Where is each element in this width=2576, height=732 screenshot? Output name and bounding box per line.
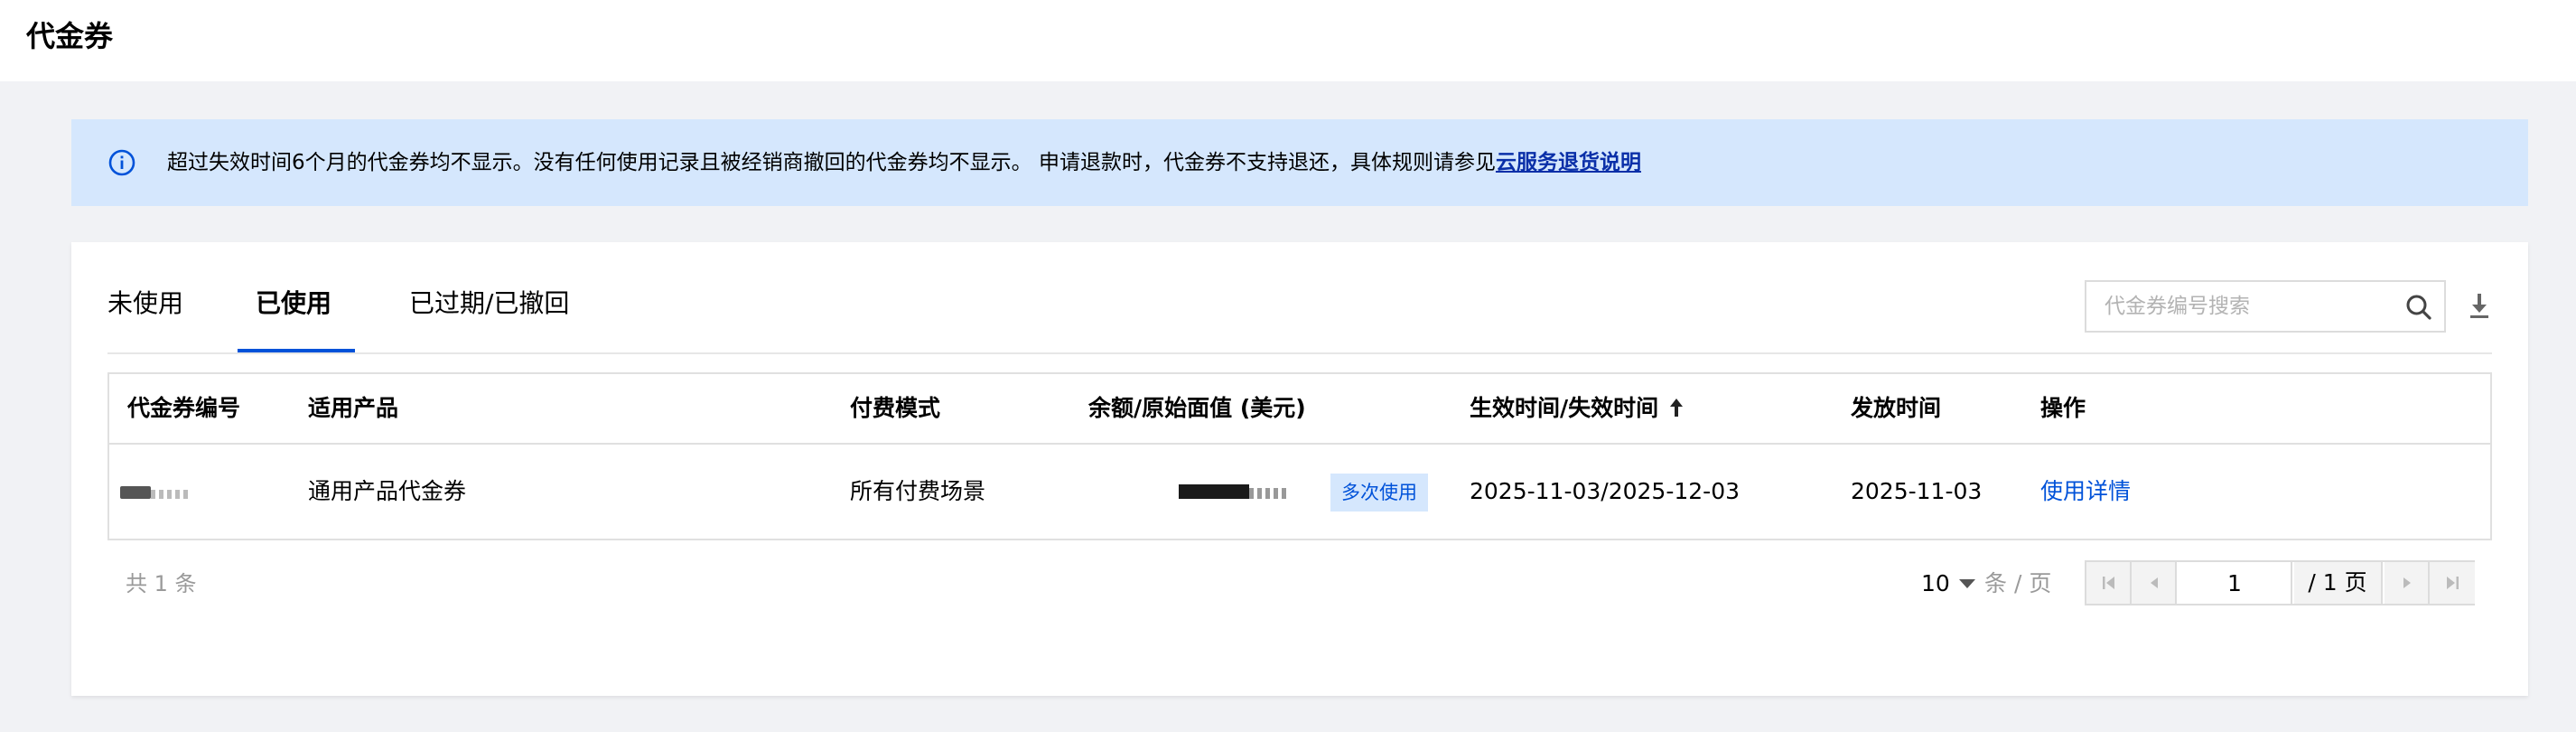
table-row: 通用产品代金券 所有付费场景 多次使用 2025-11-03/2025-12-0… [109,446,2490,539]
col-payment-mode: 付费模式 [850,395,941,421]
redacted-balance-tail [1249,488,1289,499]
total-count: 共 1 条 [126,571,197,596]
pagination: / 1 页 [2085,560,2475,605]
search-icon[interactable] [2404,293,2433,322]
sort-ascending-icon[interactable] [1667,397,1685,418]
top-bar: 代金券 [0,0,2576,81]
redacted-voucher-id-tail [151,490,189,499]
voucher-search-input[interactable] [2105,282,2394,331]
search-box [2085,280,2446,333]
notice-message: 超过失效时间6个月的代金券均不显示。没有任何使用记录且被经销商撤回的代金券均不显… [167,151,1496,174]
active-tab-indicator [238,349,355,352]
voucher-card: 未使用 已使用 已过期/已撤回 代金券编号 适用产品 付费模式 余额/原始面值 … [71,242,2528,696]
chevron-down-icon [1958,579,1975,588]
notice-banner: 超过失效时间6个月的代金券均不显示。没有任何使用记录且被经销商撤回的代金券均不显… [71,119,2528,206]
next-page-icon [2403,577,2411,588]
page-size-unit: 条 / 页 [1984,570,2052,596]
cell-product: 通用产品代金券 [308,478,467,504]
col-balance: 余额/原始面值 (美元) [1088,395,1306,421]
last-page-icon [2447,577,2459,589]
redacted-voucher-id [120,486,151,499]
tab-expired-revoked[interactable]: 已过期/已撤回 [409,286,569,322]
usage-type-badge: 多次使用 [1330,474,1428,511]
col-action: 操作 [2040,395,2086,421]
first-page-icon [2103,577,2114,589]
cell-payment-mode: 所有付费场景 [850,478,986,504]
col-product: 适用产品 [308,395,399,421]
last-page-button[interactable] [2430,562,2475,604]
page-size-select[interactable]: 10 [1921,566,1975,602]
page-number-input[interactable] [2179,562,2292,604]
tab-unused[interactable]: 未使用 [107,286,183,322]
tab-used[interactable]: 已使用 [256,286,331,322]
table-header: 代金券编号 适用产品 付费模式 余额/原始面值 (美元) 生效时间/失效时间 发… [109,374,2490,445]
col-validity[interactable]: 生效时间/失效时间 [1470,390,1685,427]
prev-page-icon [2151,577,2158,588]
usage-details-link[interactable]: 使用详情 [2040,474,2131,510]
page-size-value: 10 [1921,570,1950,596]
download-icon[interactable] [2463,289,2496,322]
col-issued: 发放时间 [1851,395,1942,421]
next-page-button[interactable] [2385,562,2430,604]
page-title: 代金券 [26,19,114,53]
notice-text: 超过失效时间6个月的代金券均不显示。没有任何使用记录且被经销商撤回的代金券均不显… [167,148,1641,177]
first-page-button[interactable] [2086,562,2132,604]
redacted-balance [1179,484,1249,499]
total-pages: / 1 页 [2294,562,2383,604]
col-validity-label: 生效时间/失效时间 [1470,395,1659,421]
info-icon [108,149,135,176]
prev-page-button[interactable] [2132,562,2177,604]
refund-policy-link[interactable]: 云服务退货说明 [1496,151,1641,174]
cell-validity: 2025-11-03/2025-12-03 [1470,478,1740,504]
voucher-table: 代金券编号 适用产品 付费模式 余额/原始面值 (美元) 生效时间/失效时间 发… [107,372,2492,540]
cell-issued: 2025-11-03 [1851,478,1983,504]
col-voucher-id: 代金券编号 [127,395,241,421]
